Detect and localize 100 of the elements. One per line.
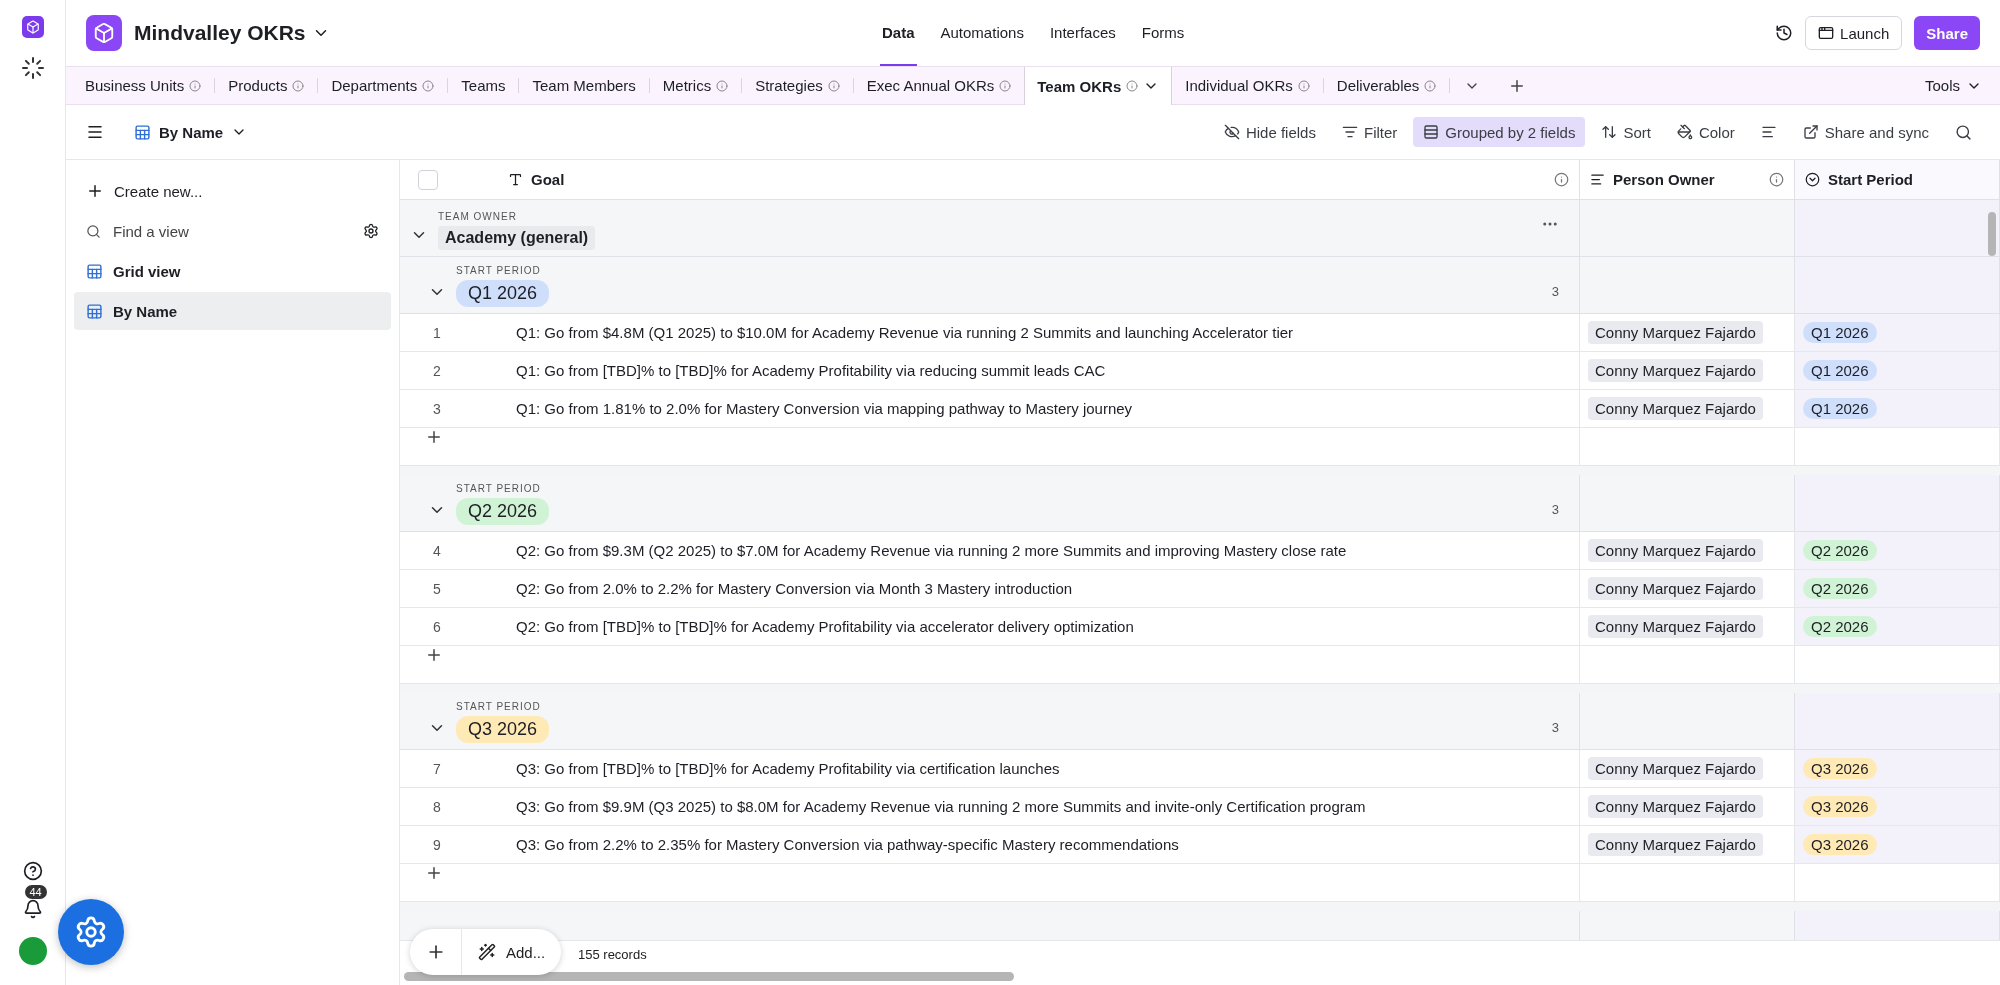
row-number: 7 — [432, 760, 442, 777]
record-count: 3 — [1551, 284, 1559, 299]
goal-text: Q1: Go from [TBD]% to [TBD]% for Academy Profitability via reducing summit leads CAC — [515, 362, 1106, 379]
group-field-label: START PERIOD — [456, 483, 542, 494]
row-number: 1 — [432, 324, 442, 341]
table-tab[interactable]: Metrics — [649, 67, 742, 104]
period-tag: Q3 2026 — [1803, 796, 1877, 817]
table-tab[interactable]: Team Members — [519, 67, 649, 104]
search-icon — [1955, 123, 1972, 141]
row-height-icon — [1760, 124, 1777, 140]
column-title: Person Owner — [1613, 171, 1715, 188]
sort-icon — [1601, 124, 1618, 140]
period-tag: Q1 2026 — [1803, 398, 1877, 419]
user-avatar[interactable] — [18, 937, 47, 965]
grid-icon — [86, 302, 103, 320]
goal-text: Q2: Go from [TBD]% to [TBD]% for Academy Profitability via accelerator delivery optimization — [515, 618, 1134, 635]
row-number: 9 — [432, 836, 442, 853]
group-value: Academy (general) — [438, 226, 596, 250]
launch-button[interactable]: Launch — [1805, 16, 1903, 50]
view-switcher[interactable]: By Name — [128, 122, 254, 142]
owner-chip: Conny Marquez Fajardo — [1588, 539, 1763, 562]
row-number: 5 — [432, 580, 442, 597]
plus-icon — [425, 864, 443, 882]
share-button[interactable]: Share and sync — [1792, 117, 1939, 147]
period-tag: Q2 2026 — [1803, 578, 1877, 599]
row-number: 3 — [432, 400, 442, 417]
settings-icon[interactable] — [363, 223, 379, 239]
period-tag: Q2 2026 — [1803, 616, 1877, 637]
create-view-button[interactable]: Create new... — [74, 172, 391, 210]
goal-text: Q3: Go from [TBD]% to [TBD]% for Academy Profitability via certification launches — [515, 760, 1060, 777]
period-tag: Q3 2026 — [1803, 758, 1877, 779]
table-tab[interactable]: Deliverables — [1323, 67, 1450, 104]
vertical-scrollbar[interactable] — [1988, 212, 1996, 256]
period-tag: Q1 2026 — [1803, 360, 1877, 381]
goal-text: Q3: Go from $9.9M (Q3 2025) to $8.0M for Academy Revenue via running 2 more Summits and invite-only Certification program — [515, 798, 1366, 815]
owner-chip: Conny Marquez Fajardo — [1588, 833, 1763, 856]
group-icon — [1423, 124, 1440, 140]
horizontal-scrollbar[interactable] — [404, 972, 1014, 981]
goal-text: Q3: Go from 2.2% to 2.35% for Mastery Conversion via pathway-specific Mastery recommendations — [515, 836, 1179, 853]
group-field-label: TEAM OWNER — [438, 211, 518, 222]
period-tag: Q3 2026 — [456, 716, 550, 743]
group-field-label: START PERIOD — [456, 701, 542, 712]
column-title: Start Period — [1828, 171, 1914, 188]
period-tag: Q3 2026 — [1803, 834, 1877, 855]
wand-icon — [478, 943, 496, 961]
notifications-icon[interactable] — [22, 899, 43, 919]
table-tab[interactable]: Team OKRs — [1024, 67, 1173, 105]
window-icon — [1818, 25, 1835, 41]
goal-text: Q1: Go from $4.8M (Q1 2025) to $10.0M for Academy Revenue via running 2 Summits and launching Accelerator tier — [515, 324, 1294, 341]
sort-button[interactable]: Sort — [1591, 117, 1661, 147]
base-title[interactable]: Mindvalley OKRs — [134, 21, 330, 45]
record-total: 155 records — [578, 947, 647, 962]
table-tab[interactable]: Exec Annual OKRs — [853, 67, 1025, 104]
notification-count: 44 — [24, 885, 47, 899]
dropdown-field-icon — [1805, 172, 1820, 187]
help-icon[interactable] — [22, 861, 43, 881]
goal-text: Q2: Go from 2.0% to 2.2% for Mastery Conversion via Month 3 Mastery introduction — [515, 580, 1073, 597]
view-item[interactable]: By Name — [74, 292, 391, 330]
table-tab[interactable]: Products — [215, 67, 318, 104]
plus-icon — [425, 428, 443, 446]
nav-tab[interactable]: Automations — [938, 0, 1026, 66]
grid-icon — [134, 123, 151, 141]
assistant-button[interactable] — [58, 899, 124, 965]
column-header[interactable]: Start Period — [1795, 160, 2000, 199]
owner-chip: Conny Marquez Fajardo — [1588, 795, 1763, 818]
tools-menu[interactable]: Tools — [1906, 67, 2000, 104]
owner-chip: Conny Marquez Fajardo — [1588, 359, 1763, 382]
period-tag: Q2 2026 — [456, 498, 550, 525]
record-count: 3 — [1551, 720, 1559, 735]
nav-tab[interactable]: Forms — [1139, 0, 1187, 66]
table-tab[interactable]: Teams — [448, 67, 519, 104]
row-number: 6 — [432, 618, 442, 635]
view-item[interactable]: Grid view — [74, 252, 391, 290]
table-tab[interactable]: Individual OKRs — [1172, 67, 1323, 104]
grid-icon — [86, 262, 103, 280]
row-number: 8 — [432, 798, 442, 815]
plus-icon — [86, 182, 104, 200]
menu-icon[interactable] — [86, 123, 104, 141]
lines-icon — [1590, 172, 1605, 187]
paint-bucket-icon — [1676, 124, 1693, 140]
filter-button[interactable]: Filter — [1331, 117, 1408, 147]
column-title: Goal — [531, 171, 565, 188]
find-view-field[interactable]: Find a view — [111, 221, 353, 241]
group-button[interactable]: Grouped by 2 fields — [1413, 117, 1586, 147]
loading-icon — [20, 56, 45, 80]
row-number: 2 — [432, 362, 442, 379]
select-all-checkbox[interactable] — [418, 169, 438, 190]
nav-tab[interactable]: Interfaces — [1047, 0, 1118, 66]
table-tab[interactable]: Strategies — [742, 67, 853, 104]
period-tag: Q2 2026 — [1803, 540, 1877, 561]
home-logo-icon[interactable] — [21, 16, 44, 38]
hide-button[interactable]: Hide fields — [1213, 117, 1326, 147]
color-button[interactable]: Color — [1666, 117, 1745, 147]
table-tab[interactable]: Departments — [318, 67, 448, 104]
record-count: 3 — [1551, 502, 1559, 517]
table-tab[interactable]: Business Units — [72, 67, 215, 104]
history-icon[interactable] — [1775, 24, 1794, 42]
text-field-icon — [508, 172, 523, 187]
period-tag: Q1 2026 — [1803, 322, 1877, 343]
share-button[interactable]: Share — [1914, 16, 1980, 50]
